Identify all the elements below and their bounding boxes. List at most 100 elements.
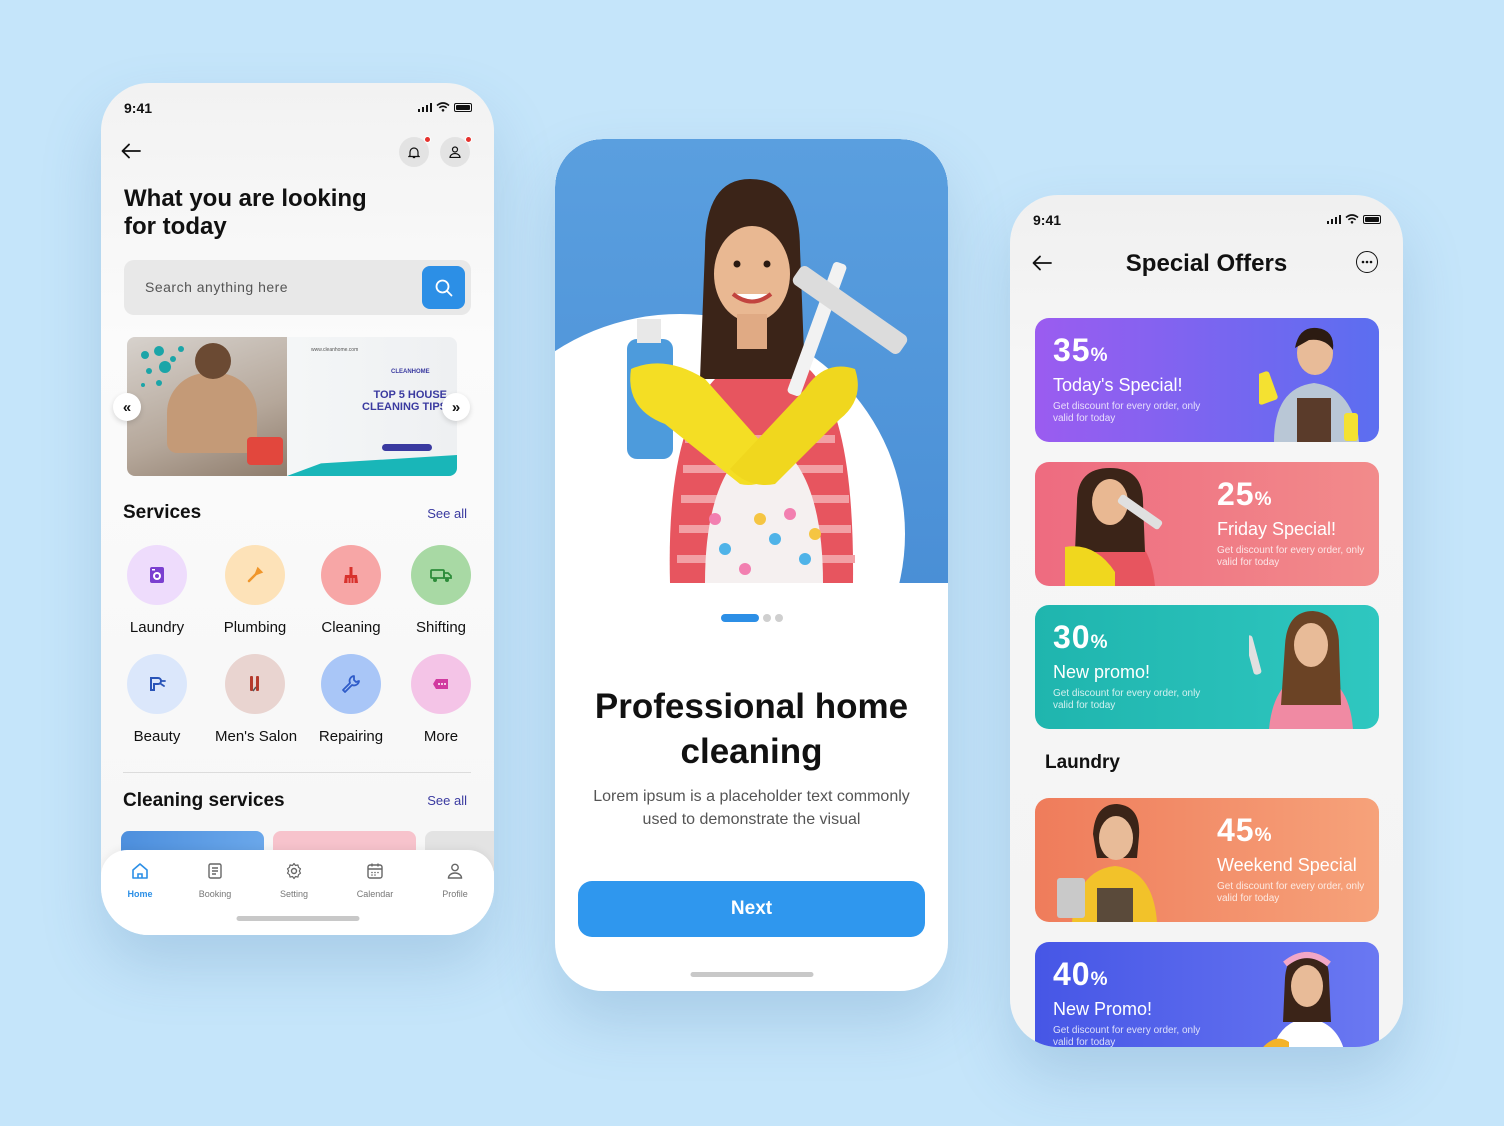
notification-button[interactable] (399, 136, 431, 167)
pager-dot-active[interactable] (720, 614, 759, 622)
status-time: 9:41 (1033, 212, 1062, 228)
pager-dots (555, 614, 948, 622)
carousel-prev-button[interactable]: « (113, 393, 141, 421)
tab-setting[interactable]: Setting (264, 862, 324, 899)
service-shifting[interactable]: Shifting (401, 545, 481, 636)
search-input[interactable]: Search anything here (145, 279, 288, 295)
cleaning-bucket (247, 437, 283, 465)
gear-icon (286, 862, 302, 880)
offer-person-image (1057, 804, 1157, 922)
promo-banner[interactable]: www.cleanhome.com CLEANHOME TOP 5 HOUSE … (127, 337, 457, 476)
service-label: Men's Salon (215, 728, 298, 745)
repair-wrench-icon (321, 654, 381, 714)
bell-icon (408, 146, 420, 158)
offer-description: Get discount for every order, only valid… (1217, 881, 1365, 904)
pager-dot[interactable] (774, 614, 783, 622)
home-indicator (236, 916, 359, 921)
cleaning-services-title: Cleaning services (123, 790, 285, 811)
banner-brand: CLEANHOME (391, 369, 430, 375)
signal-icon (1326, 214, 1341, 224)
offer-title: Today's Special! (1053, 375, 1183, 395)
banner-person-head (195, 343, 231, 379)
wifi-icon (436, 102, 450, 112)
service-plumbing[interactable]: Plumbing (215, 545, 295, 636)
search-button[interactable] (422, 266, 465, 309)
tab-home[interactable]: Home (110, 862, 170, 899)
wrench-icon (225, 545, 285, 605)
next-button[interactable]: Next (578, 881, 925, 937)
offer-percent: 40% (1053, 956, 1109, 992)
offer-card[interactable]: 30% New promo! Get discount for every or… (1035, 605, 1379, 729)
profile-button[interactable] (440, 136, 472, 167)
bottom-tab-bar: Home Booking Setting Calendar Profile (101, 850, 494, 935)
status-bar: 9:41 (1010, 212, 1403, 232)
user-icon (449, 146, 461, 158)
tab-label: Profile (442, 889, 468, 899)
offer-percent: 45% (1217, 812, 1273, 848)
cleaning-services-see-all-link[interactable]: See all (427, 793, 467, 808)
pager-dot[interactable] (762, 614, 771, 622)
offer-person-image (1263, 952, 1344, 1047)
offer-description: Get discount for every order, only valid… (1053, 401, 1201, 424)
offer-description: Get discount for every order, only valid… (1217, 545, 1365, 568)
onboarding-description: Lorem ipsum is a placeholder text common… (593, 788, 910, 828)
status-bar: 9:41 (101, 100, 494, 120)
search-icon (435, 279, 452, 296)
service-laundry[interactable]: Laundry (117, 545, 197, 636)
battery-icon (454, 102, 472, 112)
offer-title: New Promo! (1053, 999, 1153, 1019)
more-dots-icon (1361, 260, 1373, 264)
status-time: 9:41 (124, 100, 153, 116)
offer-title: New promo! (1053, 662, 1151, 682)
tab-profile[interactable]: Profile (425, 862, 485, 899)
service-mens-salon[interactable]: Men's Salon (215, 654, 298, 745)
signal-icon (417, 102, 432, 112)
washing-machine-icon (127, 545, 187, 605)
offer-title: Weekend Special (1217, 855, 1357, 875)
calendar-icon (367, 863, 383, 879)
banner-pill (382, 444, 432, 451)
page-title: Special Offers (1125, 250, 1288, 277)
service-label: Shifting (415, 619, 467, 636)
offer-person-image (1065, 468, 1163, 586)
service-label: Laundry (129, 619, 185, 636)
wifi-icon (1345, 214, 1359, 224)
status-icons (1326, 214, 1381, 224)
offer-person-image (1259, 327, 1359, 442)
home-screen: 9:41 What you are looking for today Sear… (101, 83, 494, 935)
back-arrow-icon[interactable] (121, 141, 141, 163)
truck-icon (411, 545, 471, 605)
service-label: Beauty (133, 728, 181, 745)
offer-card[interactable]: 40% New Promo! Get discount for every or… (1035, 942, 1379, 1047)
offer-percent: 30% (1053, 619, 1109, 655)
more-options-button[interactable] (1356, 251, 1378, 273)
carousel-next-button[interactable]: » (442, 393, 470, 421)
broom-icon (321, 545, 381, 605)
services-title: Services (123, 502, 202, 523)
service-beauty[interactable]: Beauty (117, 654, 197, 745)
banner-url: www.cleanhome.com (311, 347, 359, 353)
service-cleaning[interactable]: Cleaning (311, 545, 391, 636)
battery-icon (1363, 214, 1381, 224)
home-indicator (690, 972, 813, 977)
offer-percent: 25% (1217, 476, 1273, 512)
offer-card[interactable]: 25% Friday Special! Get discount for eve… (1035, 462, 1379, 586)
home-icon (132, 863, 148, 879)
hero-image (555, 139, 948, 583)
services-see-all-link[interactable]: See all (427, 506, 467, 521)
onboarding-screen: Professional home cleaning Lorem ipsum i… (555, 139, 948, 991)
search-field[interactable]: Search anything here (124, 260, 471, 315)
service-more[interactable]: More (401, 654, 481, 745)
offer-card[interactable]: 45% Weekend Special Get discount for eve… (1035, 798, 1379, 922)
tab-calendar[interactable]: Calendar (345, 862, 405, 899)
service-repairing[interactable]: Repairing (311, 654, 391, 745)
tab-booking[interactable]: Booking (185, 862, 245, 899)
service-label: Repairing (318, 728, 384, 745)
offer-title: Friday Special! (1217, 519, 1337, 539)
booking-icon (208, 863, 222, 879)
scissors-icon (225, 654, 285, 714)
special-offers-screen: 9:41 Special Offers 35% Today's Special!… (1010, 195, 1403, 1047)
tab-label: Calendar (356, 889, 394, 899)
offer-person-image (1249, 611, 1353, 729)
offer-card[interactable]: 35% Today's Special! Get discount for ev… (1035, 318, 1379, 442)
